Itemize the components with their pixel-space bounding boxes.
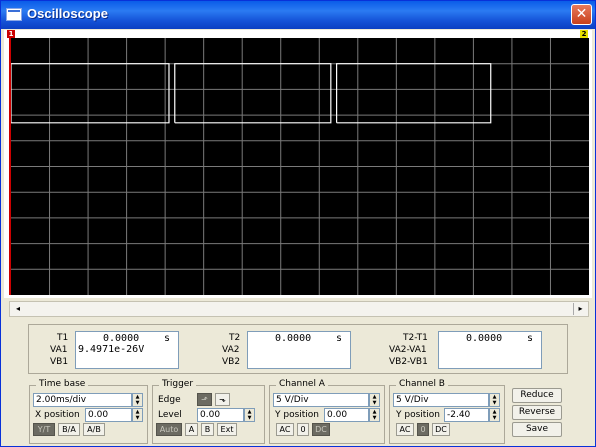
- spin-down-icon[interactable]: ▼: [245, 415, 254, 421]
- va1-value: 9.4971e-26V: [78, 344, 145, 355]
- channel-b-scale-field[interactable]: 5 V/Div: [393, 393, 489, 407]
- trigger-a-button[interactable]: A: [185, 423, 198, 436]
- channel-a-group: Channel A 5 V/Div ▲ ▼ Y position 0.00 ▲ ▼ …: [269, 379, 385, 444]
- spin-down-icon[interactable]: ▼: [133, 400, 142, 406]
- title-bar[interactable]: Oscilloscope ✕: [1, 1, 595, 29]
- horizontal-scrollbar[interactable]: ◂ ▸: [9, 301, 589, 317]
- channel-a-ypos-label: Y position: [275, 410, 320, 420]
- trigger-title: Trigger: [159, 379, 197, 389]
- va2-label: VA2: [222, 345, 240, 355]
- timebase-scale-spinner[interactable]: ▲ ▼: [132, 393, 143, 407]
- dt-unit: s: [527, 333, 534, 344]
- channel-b-ac-button[interactable]: AC: [396, 423, 414, 436]
- spin-down-icon[interactable]: ▼: [133, 415, 142, 421]
- channel-a-title: Channel A: [276, 379, 328, 389]
- waveform-pulse: [174, 63, 332, 124]
- xpos-field[interactable]: 0.00: [85, 408, 132, 422]
- level-field[interactable]: 0.00: [197, 408, 244, 422]
- scope-screen-frame: 1 2: [4, 30, 592, 298]
- dt-label: T2-T1: [403, 333, 428, 343]
- dva-label: VA2-VA1: [389, 345, 427, 355]
- channel-a-ypos-field[interactable]: 0.00: [324, 408, 369, 422]
- reduce-button[interactable]: Reduce: [512, 388, 562, 403]
- t2-label: T2: [229, 333, 241, 343]
- save-button[interactable]: Save: [512, 422, 562, 437]
- channel-a-ypos-spinner[interactable]: ▲ ▼: [369, 408, 380, 422]
- dt-value: 0.0000: [466, 333, 503, 344]
- delta-readout: 0.0000 s: [438, 331, 542, 369]
- level-label: Level: [158, 410, 182, 420]
- channel-b-group: Channel B 5 V/Div ▲ ▼ Y position -2.40 ▲ ▼…: [389, 379, 505, 444]
- mode-yt-button[interactable]: Y/T: [33, 423, 55, 436]
- channel-b-title: Channel B: [396, 379, 448, 389]
- t1-value: 0.0000: [103, 333, 140, 344]
- timebase-group: Time base 2.00ms/div ▲ ▼ X position 0.00 …: [29, 379, 148, 444]
- spin-down-icon[interactable]: ▼: [370, 415, 379, 421]
- channel-b-dc-button[interactable]: DC: [432, 423, 450, 436]
- trigger-auto-button[interactable]: Auto: [156, 423, 182, 436]
- xpos-spinner[interactable]: ▲ ▼: [132, 408, 143, 422]
- trigger-group: Trigger Edge ⬏ ⬎ Level 0.00 ▲ ▼ Auto A B …: [152, 379, 265, 444]
- channel-a-scale-field[interactable]: 5 V/Div: [273, 393, 369, 407]
- channel-a-scale-spinner[interactable]: ▲ ▼: [369, 393, 380, 407]
- timebase-title: Time base: [36, 379, 89, 389]
- spin-down-icon[interactable]: ▼: [490, 415, 499, 421]
- waveform-pulse: [336, 63, 492, 124]
- cursor-readout-panel: T1 VA1 VB1 0.0000 s 9.4971e-26V T2 VA2 V…: [28, 324, 568, 374]
- cursor-t2-marker[interactable]: 2: [580, 30, 588, 38]
- mode-ba-button[interactable]: B/A: [58, 423, 80, 436]
- spin-down-icon[interactable]: ▼: [490, 400, 499, 406]
- scroll-left-icon[interactable]: ◂: [11, 303, 25, 315]
- timebase-scale-field[interactable]: 2.00ms/div: [33, 393, 132, 407]
- oscilloscope-window: Oscilloscope ✕ 1 2 ◂ ▸ T1 VA1 VB1 0.0000…: [0, 0, 596, 447]
- spin-down-icon[interactable]: ▼: [370, 400, 379, 406]
- channel-a-zero-button[interactable]: 0: [297, 423, 309, 436]
- level-spinner[interactable]: ▲ ▼: [244, 408, 255, 422]
- channel-b-ypos-spinner[interactable]: ▲ ▼: [489, 408, 500, 422]
- cursor-t1-marker[interactable]: 1: [7, 30, 15, 38]
- channel-b-zero-button[interactable]: 0: [417, 423, 429, 436]
- close-button[interactable]: ✕: [571, 4, 592, 25]
- dvb-label: VB2-VB1: [389, 357, 428, 367]
- channel-a-dc-button[interactable]: DC: [312, 423, 330, 436]
- trigger-b-button[interactable]: B: [201, 423, 214, 436]
- t1-unit: s: [164, 333, 171, 344]
- reverse-button[interactable]: Reverse: [512, 405, 562, 420]
- scope-graph: [11, 38, 589, 295]
- scope-display: [9, 38, 589, 295]
- channel-a-ac-button[interactable]: AC: [276, 423, 294, 436]
- scroll-right-icon[interactable]: ▸: [573, 303, 587, 315]
- trigger-ext-button[interactable]: Ext: [217, 423, 237, 436]
- t2-readout: 0.0000 s: [247, 331, 351, 369]
- t1-label: T1: [57, 333, 69, 343]
- window-title: Oscilloscope: [27, 6, 108, 21]
- channel-b-ypos-label: Y position: [396, 410, 441, 420]
- va1-label: VA1: [50, 345, 68, 355]
- channel-b-scale-spinner[interactable]: ▲ ▼: [489, 393, 500, 407]
- mode-ab-button[interactable]: A/B: [83, 423, 105, 436]
- t2-value: 0.0000: [275, 333, 312, 344]
- vb1-label: VB1: [50, 357, 69, 367]
- t1-readout: 0.0000 s 9.4971e-26V: [75, 331, 179, 369]
- xpos-label: X position: [35, 410, 80, 420]
- vb2-label: VB2: [222, 357, 241, 367]
- t2-unit: s: [336, 333, 343, 344]
- edge-rising-button[interactable]: ⬏: [197, 393, 212, 406]
- waveform-pulse: [11, 63, 170, 124]
- edge-label: Edge: [158, 395, 181, 405]
- edge-falling-button[interactable]: ⬎: [215, 393, 230, 406]
- channel-b-ypos-field[interactable]: -2.40: [444, 408, 489, 422]
- window-icon: [6, 8, 22, 21]
